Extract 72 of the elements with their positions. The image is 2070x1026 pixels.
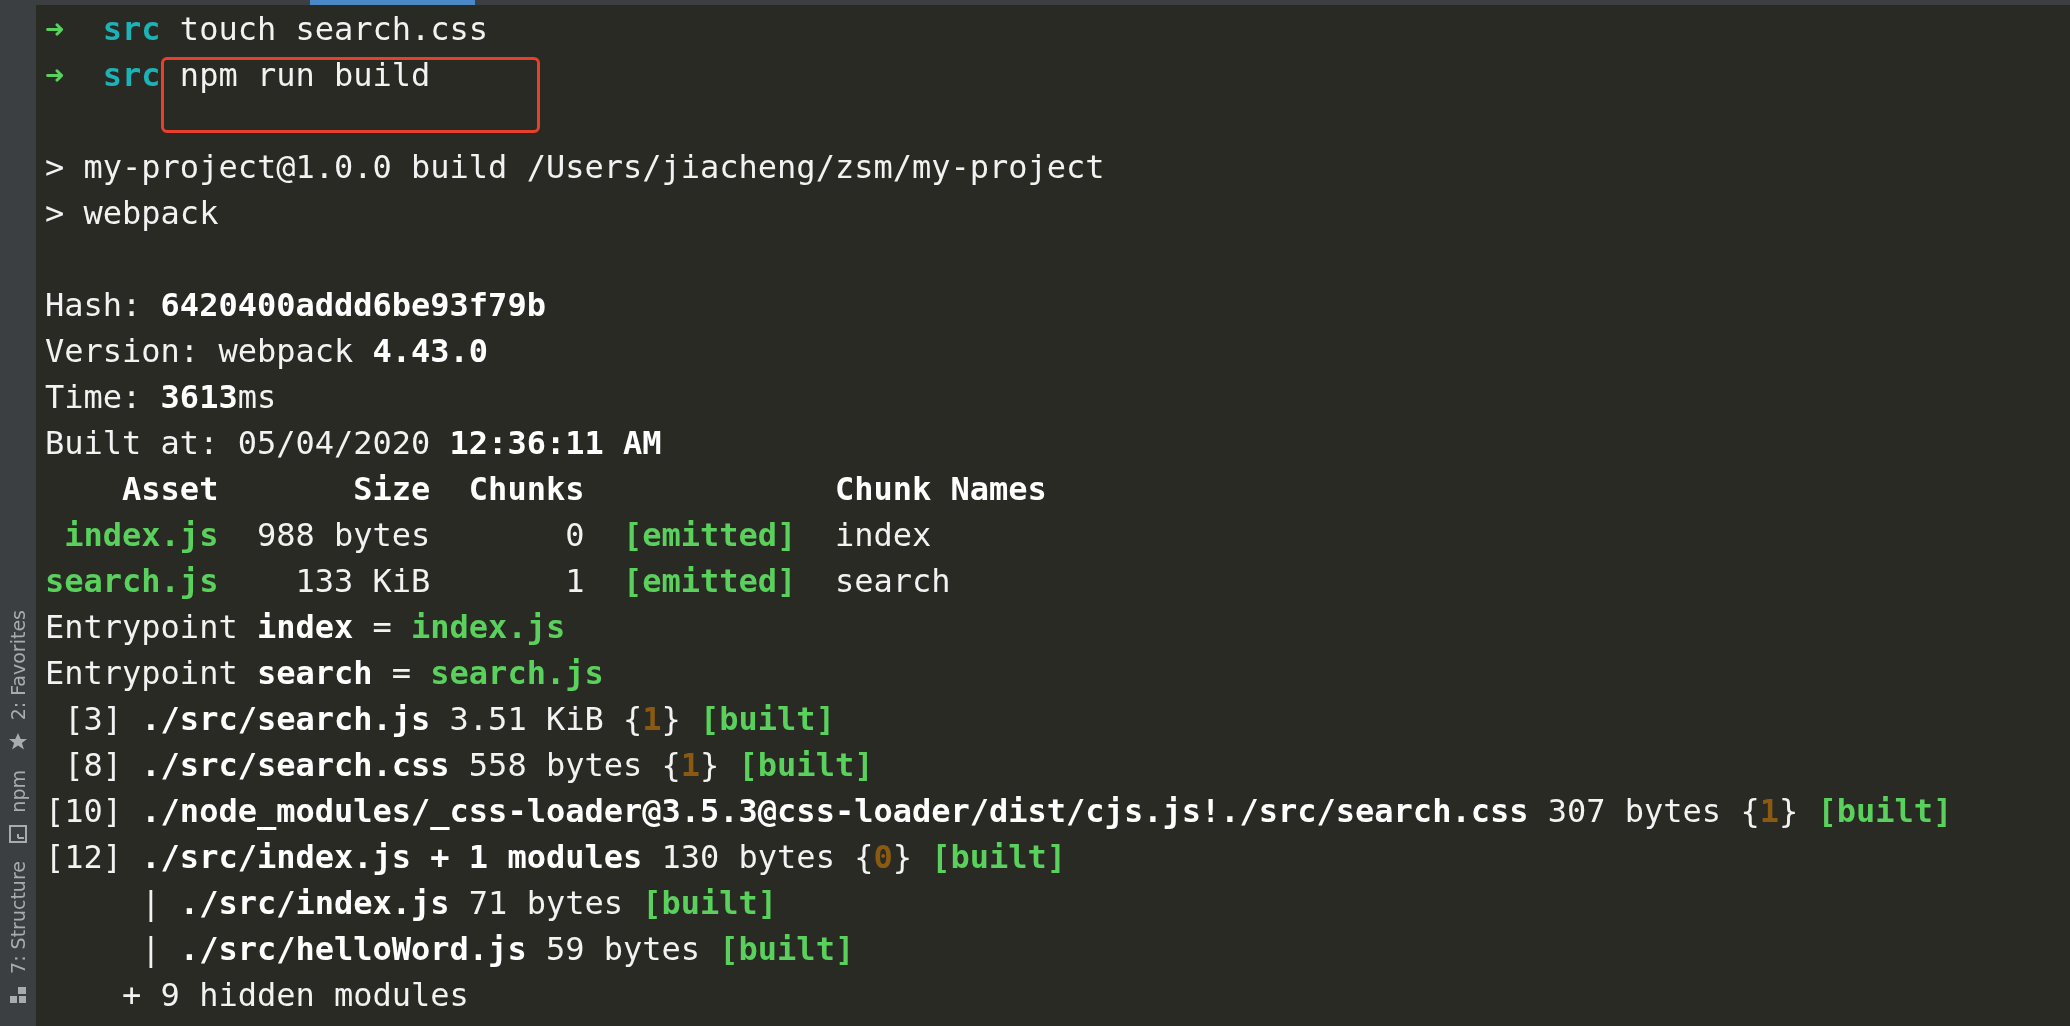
terminal-text: ms (237, 378, 277, 416)
terminal-text: Time: (45, 378, 143, 416)
terminal-text: 558 bytes { (467, 746, 681, 784)
terminal-text: } (700, 746, 721, 784)
terminal-text: 130 bytes { (660, 838, 874, 876)
terminal-text: search (256, 654, 373, 692)
tool-window-label[interactable]: 7: Structure (7, 861, 29, 974)
terminal-text: 71 bytes (467, 884, 624, 922)
terminal-text: Entrypoint (45, 608, 239, 646)
panel-icon (9, 825, 27, 844)
terminal-text: ./src/search.css (141, 746, 450, 784)
terminal-text: 3613 (160, 378, 238, 416)
terminal-text: Built at: 05/04/2020 (45, 424, 432, 462)
terminal-text: search (833, 562, 951, 600)
terminal-text: ./node_modules/_css-loader@3.5.3@css-loader/dist/cjs.js!./src/search.css (141, 792, 1529, 830)
terminal-text: } (661, 700, 682, 738)
terminal-text: index (833, 516, 932, 554)
terminal-text: index.js (411, 608, 566, 646)
terminal-text: 3.51 KiB { (448, 700, 643, 738)
terminal-text: 133 KiB 1 (294, 562, 586, 600)
prompt-arrow: ➜ (45, 56, 65, 94)
terminal-text: [8] (63, 746, 124, 784)
terminal-text: npm run build (178, 56, 431, 94)
terminal-text: 0 (873, 838, 893, 876)
terminal-text: index.js (63, 516, 219, 554)
terminal-text: ./src/index.js (179, 884, 450, 922)
terminal-text: search.js (430, 654, 604, 692)
terminal-text: = (371, 608, 393, 646)
terminal-text: | (140, 930, 162, 968)
tool-window-label[interactable]: 2: Favorites (7, 610, 29, 721)
terminal-text: > my-project@1.0.0 build /Users/jiacheng/zsm/my-project (45, 148, 1105, 186)
terminal-text: [built] (738, 746, 874, 784)
terminal-text: ./src/index.js + 1 modules (141, 838, 643, 876)
structure-icon (9, 986, 27, 1004)
terminal-text: search.js (45, 562, 219, 600)
terminal-text: ./src/helloWord.js (179, 930, 527, 968)
terminal-text: ./src/search.js (141, 700, 431, 738)
terminal-text: [built] (931, 838, 1067, 876)
tool-window-label[interactable]: npm (7, 770, 29, 814)
terminal-text: [built] (642, 884, 778, 922)
terminal-text: 1 (642, 700, 662, 738)
terminal-text: 4.43.0 (372, 332, 489, 370)
terminal-text: 12:36:11 AM (449, 424, 662, 462)
terminal-text: 988 bytes 0 (255, 516, 586, 554)
terminal-text: [built] (700, 700, 835, 738)
terminal-text: [emitted] (622, 516, 797, 554)
terminal-text: > webpack (45, 194, 219, 232)
terminal-text: } (892, 838, 913, 876)
terminal-text: Hash: (45, 286, 143, 324)
terminal-text: 307 bytes { (1546, 792, 1760, 830)
terminal-text: touch search.css (178, 10, 489, 48)
terminal-text: Asset Size Chunks Chunk Names (121, 470, 1047, 508)
terminal-text: [built] (1817, 792, 1953, 830)
terminal-text: [emitted] (622, 562, 797, 600)
terminal-text: [built] (719, 930, 855, 968)
terminal-text: Version: webpack (45, 332, 355, 370)
terminal-text: 1 (1759, 792, 1779, 830)
terminal-text: 6420400addd6be93f79b (160, 286, 546, 324)
terminal-text: Entrypoint (45, 654, 239, 692)
prompt-arrow: ➜ (45, 10, 65, 48)
terminal-text: } (1778, 792, 1800, 830)
terminal-text: = (390, 654, 413, 692)
terminal-text: index (256, 608, 354, 646)
terminal-text: + 9 hidden modules (121, 976, 469, 1014)
terminal-text: src (102, 10, 161, 48)
terminal-text: 59 bytes (544, 930, 702, 968)
terminal-text: | (140, 884, 162, 922)
terminal-text: [12] (45, 838, 124, 876)
terminal-text: [3] (63, 700, 124, 738)
terminal-text: src (102, 56, 161, 94)
terminal-text: 1 (680, 746, 701, 784)
terminal-text: [10] (45, 792, 124, 830)
